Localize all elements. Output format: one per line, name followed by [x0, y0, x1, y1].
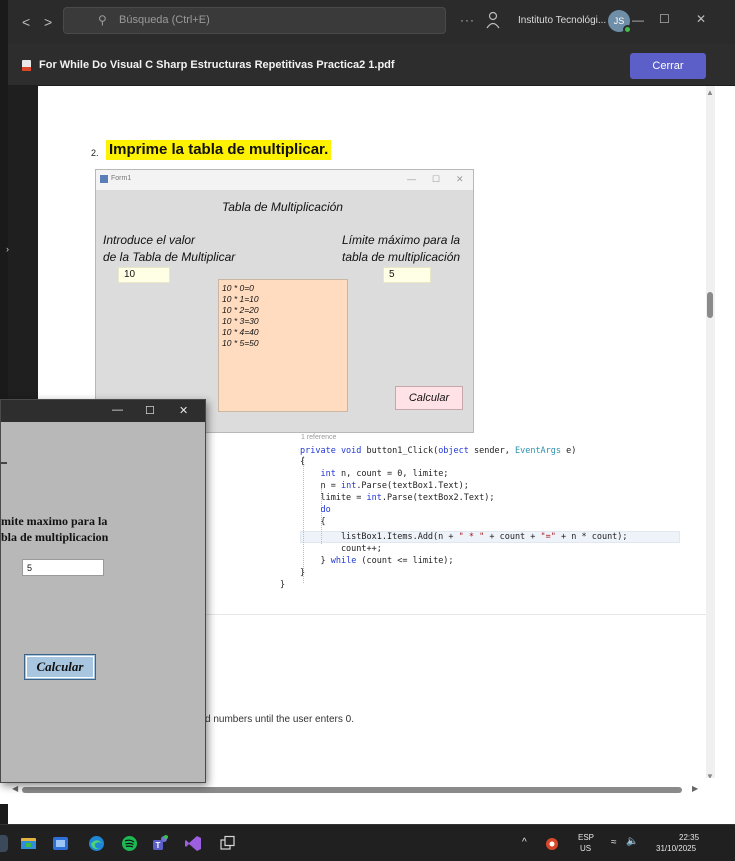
horizontal-scroll-thumb[interactable] [22, 787, 682, 793]
screen: < > ⚲ Búsqueda (Ctrl+E) ··· Instituto Te… [0, 0, 735, 861]
tray-chevron-up-icon[interactable]: ^ [522, 837, 527, 848]
back-button[interactable]: < [22, 14, 30, 30]
code-line: do [320, 505, 331, 515]
code-line: { [300, 517, 326, 527]
org-name[interactable]: Instituto Tecnológi... [518, 15, 606, 26]
spotify-icon[interactable] [121, 835, 138, 852]
visual-studio-icon[interactable] [185, 835, 202, 852]
avatar-initials: JS [613, 16, 625, 26]
edge-icon[interactable] [88, 835, 105, 852]
org-person-icon[interactable] [486, 11, 500, 29]
widgets-icon[interactable] [0, 835, 8, 852]
search-placeholder: Búsqueda (Ctrl+E) [119, 14, 210, 26]
maximize-button[interactable]: ☐ [145, 404, 155, 417]
calcular-button[interactable]: Calcular [24, 654, 96, 680]
volume-icon[interactable]: 🔈 [626, 836, 638, 847]
code-reference-count: 1 reference [301, 434, 337, 441]
search-box[interactable]: ⚲ Búsqueda (Ctrl+E) [63, 7, 446, 34]
list-number: 2. [91, 148, 99, 158]
forward-button[interactable]: > [44, 14, 52, 30]
minimize-button[interactable]: — [112, 404, 123, 416]
limit-input[interactable]: 5 [22, 559, 104, 576]
task-view-icon[interactable] [219, 835, 236, 852]
form1-title: Tabla de Multiplicación [222, 200, 343, 214]
keyboard-layout[interactable]: US [580, 844, 591, 853]
form-icon [100, 175, 108, 183]
file-explorer-icon[interactable] [20, 835, 37, 852]
maximize-icon: ☐ [432, 174, 441, 184]
teams-icon[interactable]: T [152, 835, 169, 852]
code-line: } [300, 568, 306, 578]
clock-date[interactable]: 31/10/2025 [656, 844, 696, 853]
limit-label: Límite máximo para la tabla de multiplic… [342, 232, 460, 266]
limit-label: mite maximo para la bla de multiplicacio… [1, 513, 108, 545]
scroll-right-icon[interactable]: ▶ [692, 784, 698, 793]
form1-screenshot: Form1 — ☐ ✕ Tabla de Multiplicación Intr… [95, 169, 474, 433]
code-line: int n, count = 0, limite; [320, 469, 449, 479]
more-options-button[interactable]: ··· [460, 13, 475, 27]
svg-text:T: T [156, 841, 161, 850]
close-button[interactable]: ✕ [179, 404, 188, 417]
tray-app-icon[interactable] [545, 837, 559, 851]
code-line: limite = int.Parse(textBox2.Text); [300, 493, 495, 503]
list-item: 10 * 4=40 [222, 327, 259, 337]
form1-window-title: Form1 [111, 175, 132, 182]
results-listbox: 10 * 0=0 10 * 1=10 10 * 2=20 10 * 3=30 1… [218, 279, 348, 412]
chevron-right-icon[interactable]: › [6, 244, 9, 254]
side-panel: › [6, 86, 38, 406]
wifi-icon[interactable]: ≈ [611, 837, 617, 848]
avatar[interactable]: JS [608, 10, 632, 34]
pdf-filename: For While Do Visual C Sharp Estructuras … [39, 59, 395, 71]
close-pdf-button[interactable]: Cerrar [630, 53, 706, 79]
code-line: private void button1_Click(object sender… [300, 446, 577, 456]
presence-available-icon [623, 25, 632, 34]
form1-calcular-button: Calcular [395, 386, 463, 410]
windows-taskbar: T ^ ESP US ≈ 🔈 22:35 31/10/2025 [0, 824, 735, 861]
code-line: n = int.Parse(textBox1.Text); [300, 481, 469, 491]
window-close-button[interactable]: ✕ [696, 12, 706, 26]
scroll-left-icon[interactable]: ◀ [12, 784, 18, 793]
list-item: 10 * 1=10 [222, 294, 259, 304]
code-line: listBox1.Items.Add(n + " * " + count + "… [300, 532, 628, 542]
code-line: { [300, 457, 306, 467]
pdf-header: For While Do Visual C Sharp Estructuras … [8, 44, 735, 86]
code-line: } while (count <= limite); [300, 556, 454, 566]
window-minimize-button[interactable]: — [632, 13, 644, 27]
vertical-scrollbar[interactable]: ▲ ▼ [706, 86, 715, 798]
limit-label-line1: mite maximo para la [1, 514, 108, 528]
table-value-label-line1: Introduce el valor [103, 233, 196, 247]
running-form-window[interactable]: — ☐ ✕ mite maximo para la bla de multipl… [0, 399, 206, 783]
clock-time[interactable]: 22:35 [679, 833, 699, 842]
limit-label-line2: tabla de multiplicación [342, 250, 461, 264]
code-snippet: 1 reference private void button1_Click(o… [280, 432, 700, 602]
table-value-label-line2: de la Tabla de Multiplicar [103, 250, 236, 264]
language-code[interactable]: ESP [578, 833, 594, 842]
search-icon: ⚲ [98, 13, 107, 27]
vertical-scroll-thumb[interactable] [707, 292, 713, 318]
paragraph-text: d numbers until the user enters 0. [205, 714, 354, 725]
form1-titlebar: Form1 — ☐ ✕ [96, 170, 473, 190]
list-item: 10 * 2=20 [222, 305, 259, 315]
exercise-heading: Imprime la tabla de multiplicar. [106, 140, 332, 160]
list-item: 10 * 0=0 [222, 283, 254, 293]
code-line: count++; [300, 544, 382, 554]
scroll-up-icon[interactable]: ▲ [706, 88, 714, 97]
pdf-file-icon [22, 60, 31, 71]
code-line: } [280, 580, 286, 590]
running-form-titlebar[interactable]: — ☐ ✕ [1, 400, 205, 422]
minimize-icon: — [407, 174, 416, 184]
app-titlebar: < > ⚲ Búsqueda (Ctrl+E) ··· Instituto Te… [8, 0, 735, 44]
list-item: 10 * 5=50 [222, 338, 259, 348]
label-fragment [1, 462, 7, 464]
table-value-textbox: 10 [118, 267, 170, 283]
limit-label-line1: Límite máximo para la [342, 233, 461, 247]
table-value-label: Introduce el valor de la Tabla de Multip… [103, 232, 235, 266]
limit-label-line2: bla de multiplicacion [1, 530, 109, 544]
limit-textbox: 5 [383, 267, 431, 283]
close-icon: ✕ [456, 174, 464, 184]
window-maximize-button[interactable]: ☐ [659, 12, 670, 26]
store-icon[interactable] [52, 835, 69, 852]
list-item: 10 * 3=30 [222, 316, 259, 326]
